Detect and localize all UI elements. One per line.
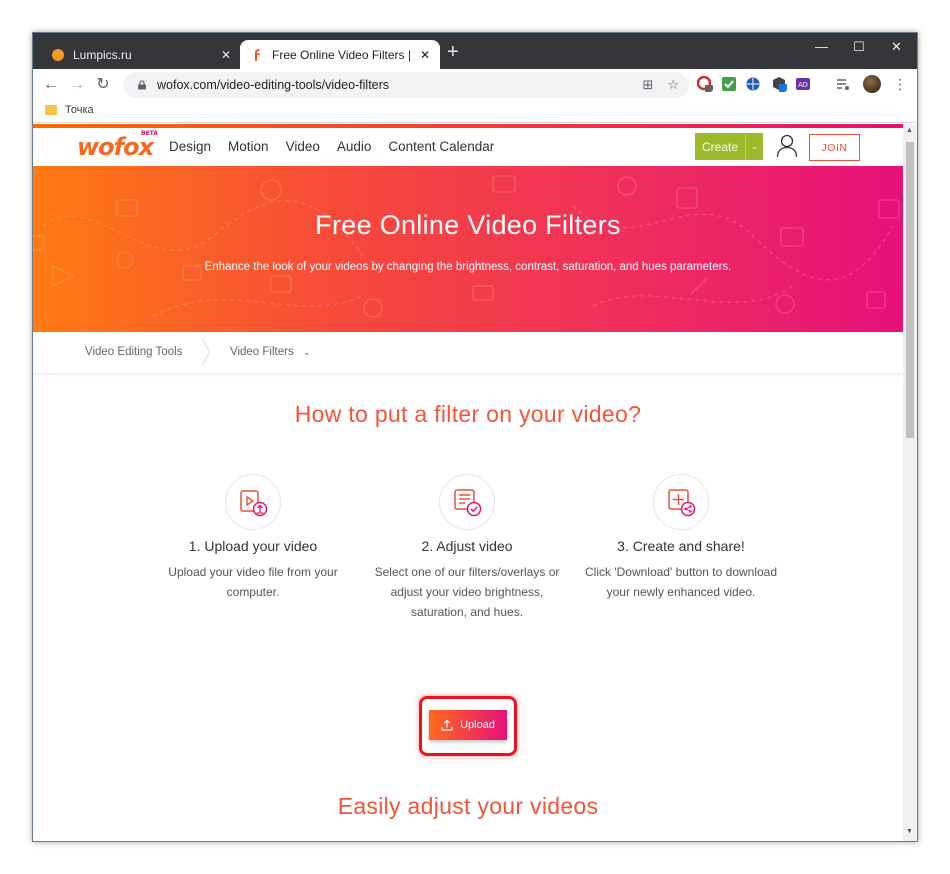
box-ext-icon[interactable] — [771, 76, 787, 92]
translate-icon[interactable]: ⊞ — [642, 77, 653, 93]
bookmarks-bar: Точка — [33, 101, 917, 123]
upload-video-icon — [240, 490, 268, 517]
tab-bar: Lumpics.ru ✕ Free Online Video Filters |… — [33, 33, 917, 69]
ad-ext-icon[interactable]: AD — [795, 76, 811, 92]
browser-window: Lumpics.ru ✕ Free Online Video Filters |… — [32, 32, 918, 842]
hero-banner: Free Online Video Filters Enhance the lo… — [33, 166, 903, 332]
tab-title: Free Online Video Filters | WoFox — [272, 47, 414, 62]
address-bar[interactable]: wofox.com/video-editing-tools/video-filt… — [123, 72, 689, 98]
wofox-logo[interactable]: wofox BETA — [77, 130, 158, 161]
tab-lumpics[interactable]: Lumpics.ru ✕ — [41, 40, 241, 69]
step-adjust: 2. Adjust video Select one of our filter… — [369, 474, 565, 622]
browser-toolbar: ← → ↻ wofox.com/video-editing-tools/vide… — [33, 69, 917, 101]
bookmark-star-icon[interactable]: ☆ — [667, 77, 679, 93]
more-menu-icon[interactable]: ⋮ — [893, 76, 907, 93]
orange-circle-icon — [52, 48, 64, 61]
svg-text:AD: AD — [798, 82, 808, 89]
step-title: 2. Adjust video — [421, 538, 513, 554]
scrollbar-thumb[interactable] — [906, 142, 914, 438]
bookmark-tochka[interactable]: Точка — [65, 104, 94, 116]
step-icon-circle — [439, 474, 495, 530]
nav-video[interactable]: Video — [286, 139, 320, 154]
hero-title: Free Online Video Filters — [315, 210, 621, 240]
breadcrumb-separator-icon — [201, 338, 211, 366]
create-button[interactable]: Create ⌄ — [695, 133, 763, 160]
chevron-down-icon: ⌄ — [302, 347, 311, 357]
step-icon-circle — [225, 474, 281, 530]
tab-title: Lumpics.ru — [73, 47, 132, 62]
step-title: 3. Create and share! — [617, 538, 745, 554]
page-viewport: wofox BETA Design Motion Video Audio Con… — [33, 124, 903, 841]
step-create-share: 3. Create and share! Click 'Download' bu… — [583, 474, 779, 602]
back-arrow-icon[interactable]: ← — [41, 75, 61, 95]
forward-arrow-icon[interactable]: → — [67, 75, 87, 95]
minimize-button[interactable]: — — [815, 39, 828, 54]
breadcrumb-video-filters[interactable]: Video Filters ⌄ — [230, 346, 310, 358]
url-text: wofox.com/video-editing-tools/video-filt… — [157, 78, 390, 92]
scroll-down-icon[interactable]: ▼ — [906, 828, 913, 835]
close-icon[interactable]: ✕ — [420, 48, 430, 62]
chevron-down-icon[interactable]: ⌄ — [745, 133, 763, 160]
nav-content-calendar[interactable]: Content Calendar — [388, 139, 494, 154]
how-to-title: How to put a filter on your video? — [294, 401, 642, 427]
lock-icon — [138, 80, 146, 90]
decorative-doodles — [33, 175, 900, 318]
check-ext-icon[interactable] — [721, 76, 737, 92]
hero-subtitle: Enhance the look of your videos by chang… — [204, 261, 732, 273]
user-icon[interactable] — [776, 134, 798, 158]
globe-ext-icon[interactable] — [745, 76, 761, 92]
maximize-button[interactable]: ☐ — [853, 39, 865, 55]
join-button[interactable]: JOIN — [809, 134, 860, 161]
upload-label: Upload — [460, 719, 495, 731]
nav-design[interactable]: Design — [169, 139, 211, 154]
close-icon[interactable]: ✕ — [221, 48, 231, 62]
nav-motion[interactable]: Motion — [228, 139, 269, 154]
breadcrumb-video-editing-tools[interactable]: Video Editing Tools — [85, 346, 182, 358]
scroll-up-icon[interactable]: ▲ — [906, 127, 913, 134]
upload-icon — [441, 719, 453, 731]
adjust-checklist-icon — [454, 489, 482, 517]
main-nav: Design Motion Video Audio Content Calend… — [169, 139, 494, 154]
upload-button[interactable]: Upload — [429, 710, 507, 740]
breadcrumb: Video Editing Tools Video Filters ⌄ — [33, 332, 903, 374]
opera-ext-icon[interactable] — [697, 76, 713, 92]
tab-wofox[interactable]: Free Online Video Filters | WoFox ✕ — [240, 40, 440, 69]
step-title: 1. Upload your video — [188, 538, 318, 554]
page-scrollbar[interactable]: ▲ ▼ — [903, 124, 917, 841]
step-upload: 1. Upload your video Upload your video f… — [155, 474, 351, 602]
close-window-button[interactable]: ✕ — [891, 39, 902, 55]
step-description: Select one of our filters/overlays or ad… — [374, 565, 560, 619]
create-label: Create — [701, 139, 739, 154]
create-share-icon — [668, 489, 696, 517]
folder-icon — [45, 105, 57, 115]
beta-badge: BETA — [141, 130, 158, 137]
nav-audio[interactable]: Audio — [337, 139, 372, 154]
site-header: wofox BETA Design Motion Video Audio Con… — [33, 128, 903, 166]
playlist-icon[interactable] — [835, 76, 851, 92]
step-description: Click 'Download' button to download your… — [584, 565, 778, 599]
new-tab-button[interactable]: + — [447, 42, 459, 62]
profile-avatar[interactable] — [863, 75, 881, 93]
step-description: Upload your video file from your compute… — [168, 565, 338, 599]
step-icon-circle — [653, 474, 709, 530]
reload-icon[interactable]: ↻ — [93, 75, 113, 95]
wofox-f-icon — [255, 48, 260, 61]
easily-adjust-title: Easily adjust your videos — [337, 793, 599, 819]
